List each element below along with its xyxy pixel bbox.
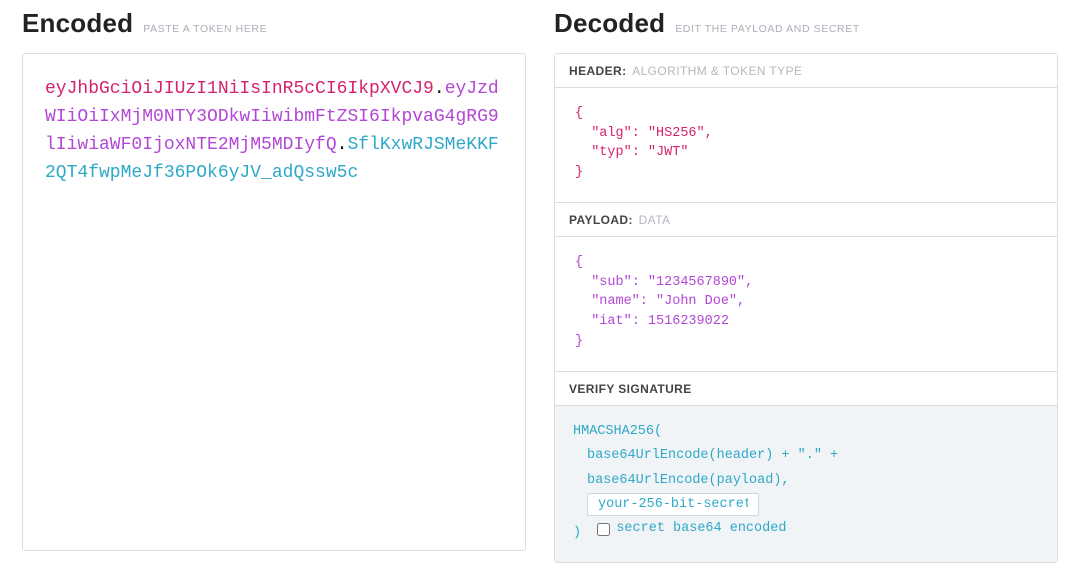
header-section: HEADER: ALGORITHM & TOKEN TYPE { "alg": …: [555, 54, 1057, 203]
signature-formula: HMACSHA256( base64UrlEncode(header) + ".…: [555, 406, 1057, 562]
payload-json-editor[interactable]: { "sub": "1234567890", "name": "John Doe…: [555, 237, 1057, 371]
signature-section: VERIFY SIGNATURE HMACSHA256( base64UrlEn…: [555, 372, 1057, 562]
decoded-column: Decoded EDIT THE PAYLOAD AND SECRET HEAD…: [554, 8, 1058, 563]
header-section-title: HEADER: ALGORITHM & TOKEN TYPE: [555, 54, 1057, 88]
encoded-column: Encoded PASTE A TOKEN HERE eyJhbGciOiJIU…: [22, 8, 526, 563]
payload-section-title: PAYLOAD: DATA: [555, 203, 1057, 237]
token-dot: .: [337, 135, 348, 155]
decoded-subtitle: EDIT THE PAYLOAD AND SECRET: [675, 23, 860, 35]
decoded-panel: HEADER: ALGORITHM & TOKEN TYPE { "alg": …: [554, 53, 1058, 563]
token-dot: .: [434, 79, 445, 99]
sig-line-header: base64UrlEncode(header) + "." +: [573, 444, 1039, 468]
base64-encoded-label: secret base64 encoded: [616, 517, 786, 541]
base64-encoded-toggle[interactable]: secret base64 encoded: [597, 517, 786, 541]
jwt-token-display[interactable]: eyJhbGciOiJIUzI1NiIsInR5cCI6IkpXVCJ9.eyJ…: [45, 76, 503, 188]
secret-input[interactable]: [587, 493, 759, 516]
sig-line-payload: base64UrlEncode(payload),: [573, 469, 1039, 493]
base64-encoded-checkbox[interactable]: [597, 523, 610, 536]
header-json-editor[interactable]: { "alg": "HS256", "typ": "JWT" }: [555, 88, 1057, 202]
sig-close-paren: ): [573, 526, 581, 541]
sig-func-open: HMACSHA256(: [573, 420, 1039, 444]
token-header-segment: eyJhbGciOiJIUzI1NiIsInR5cCI6IkpXVCJ9: [45, 79, 434, 99]
encoded-subtitle: PASTE A TOKEN HERE: [143, 23, 267, 35]
decoded-title: Decoded: [554, 8, 665, 39]
encoded-token-input[interactable]: eyJhbGciOiJIUzI1NiIsInR5cCI6IkpXVCJ9.eyJ…: [22, 53, 526, 551]
signature-section-title: VERIFY SIGNATURE: [555, 372, 1057, 406]
encoded-title: Encoded: [22, 8, 133, 39]
payload-section: PAYLOAD: DATA { "sub": "1234567890", "na…: [555, 203, 1057, 372]
